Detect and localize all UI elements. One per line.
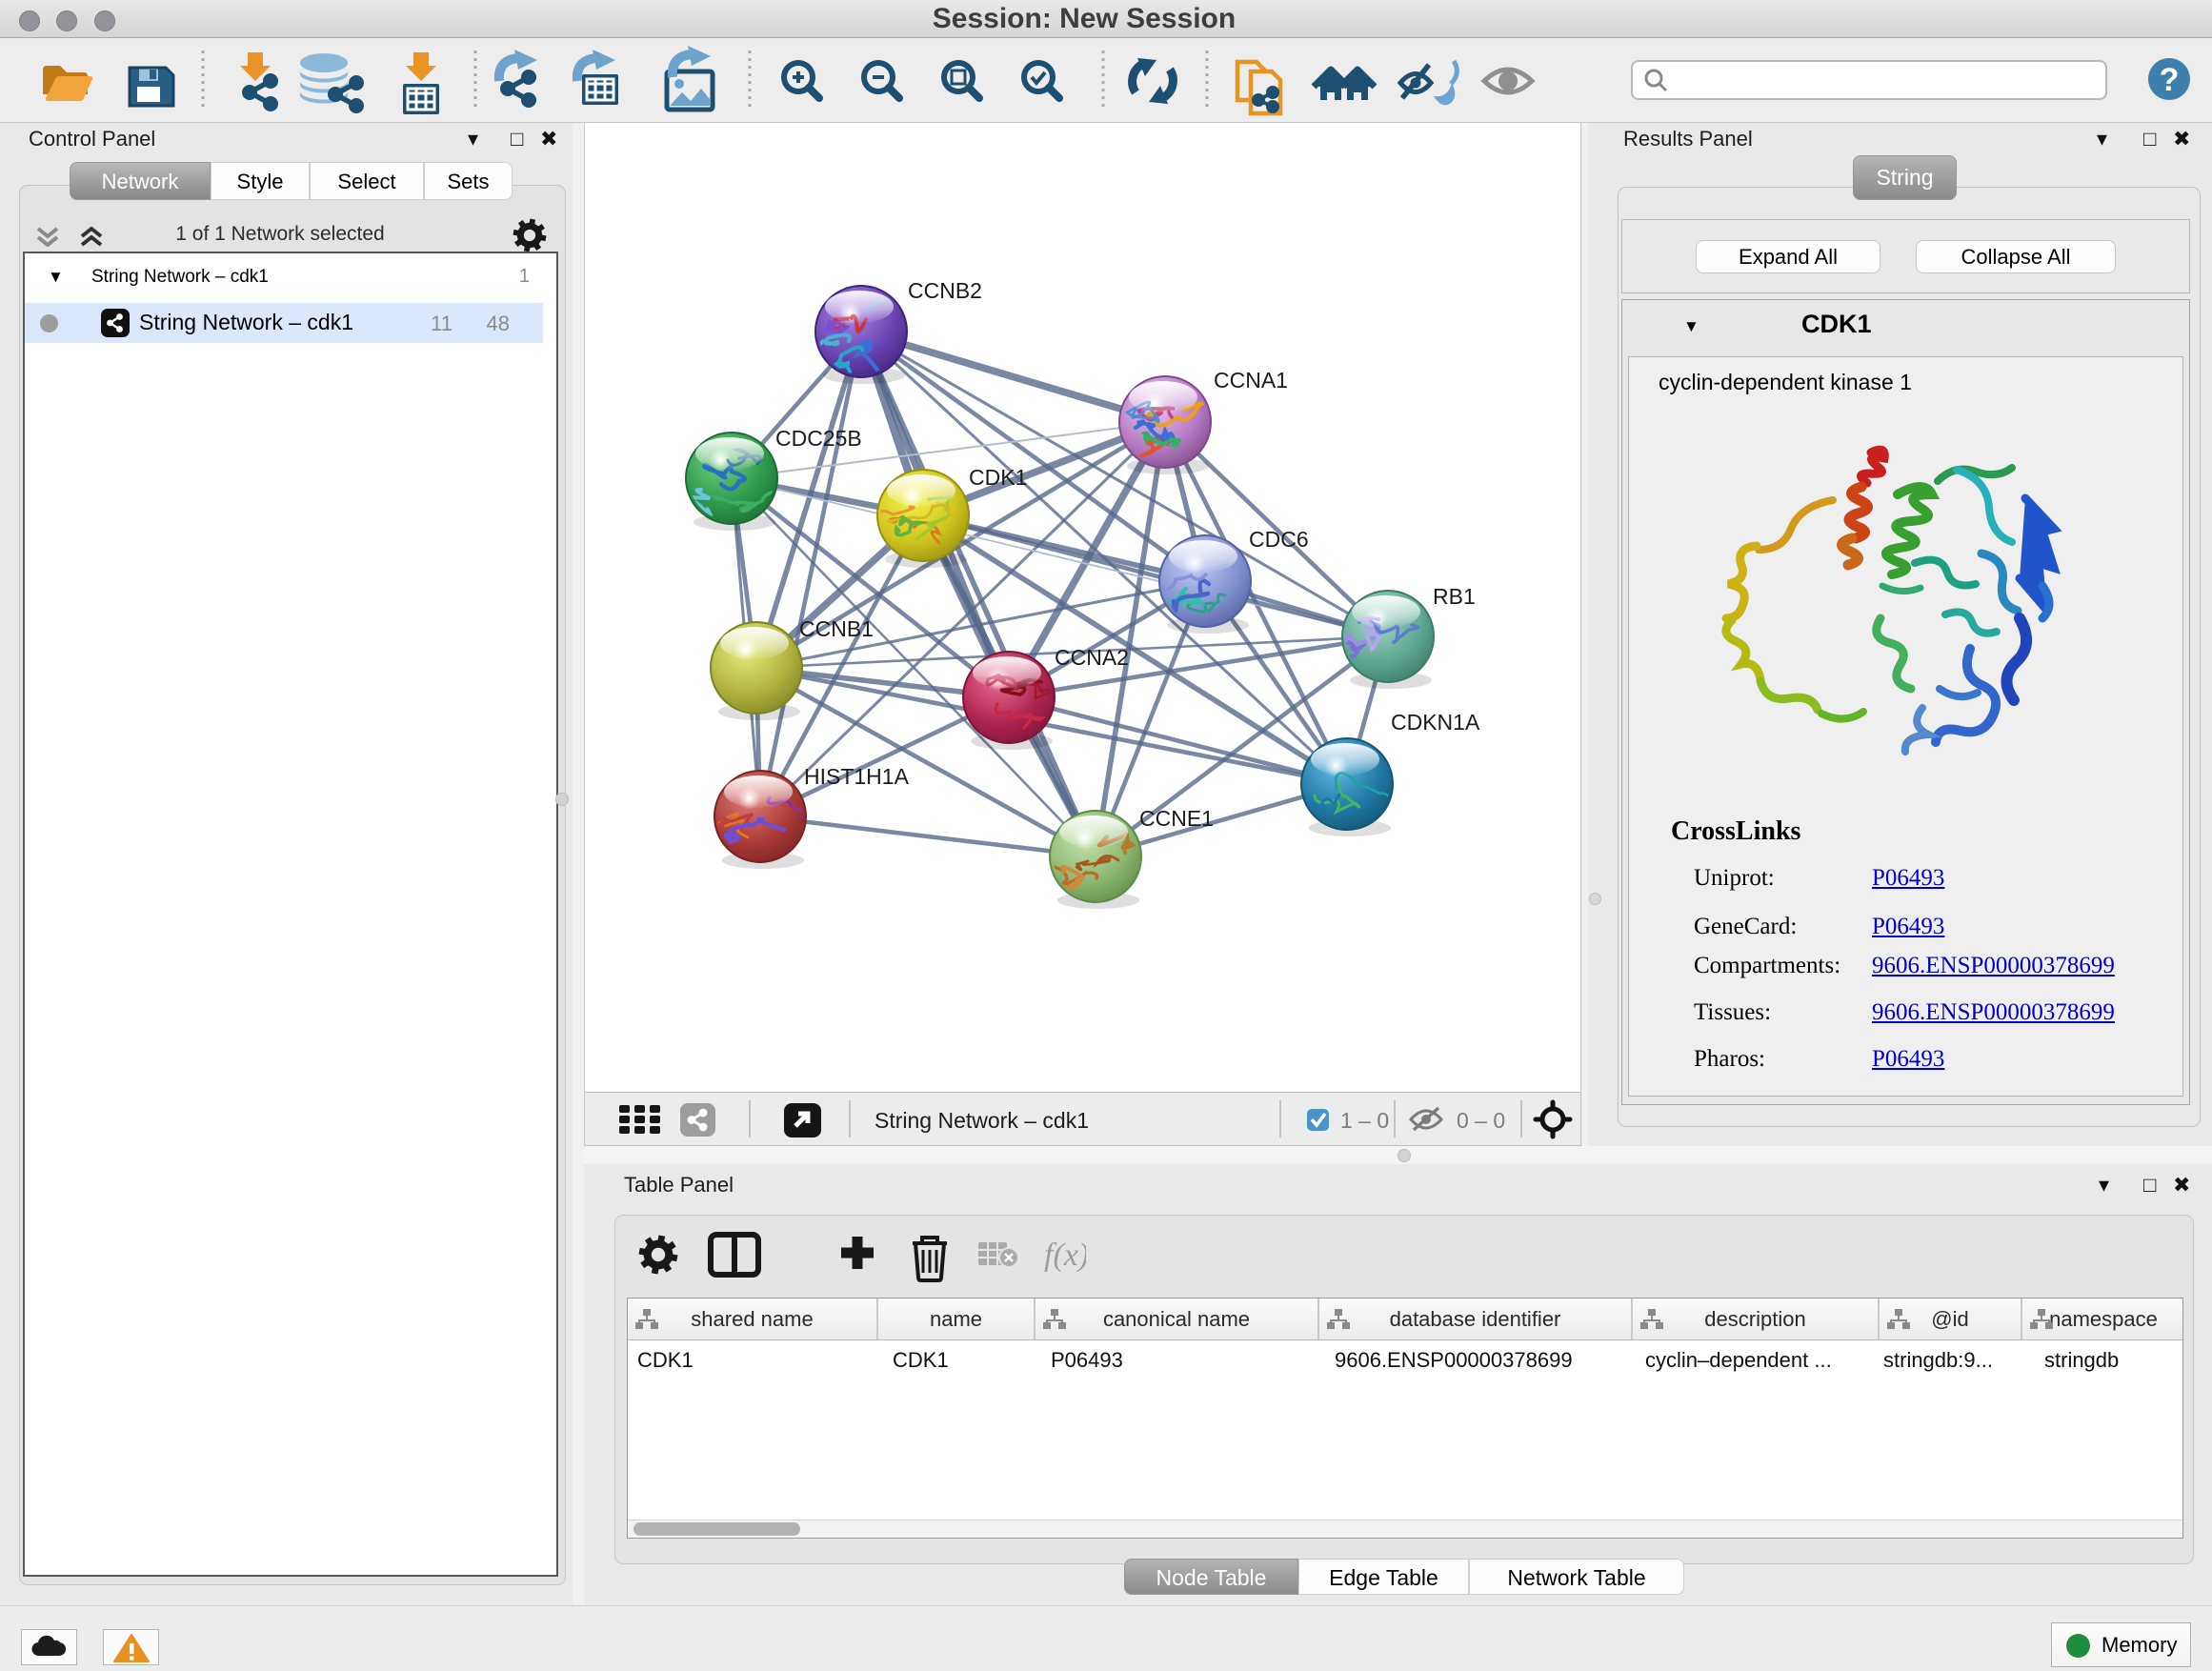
svg-text:0 – 0: 0 – 0 — [1457, 1108, 1505, 1133]
svg-text:CDKN1A: CDKN1A — [1391, 710, 1480, 735]
svg-text:CCNB1: CCNB1 — [799, 616, 874, 641]
svg-text:CDK1: CDK1 — [969, 465, 1027, 490]
svg-text:?: ? — [2160, 62, 2180, 98]
svg-text:CDC25B: CDC25B — [775, 426, 862, 451]
svg-text:String Network – cdk1: String Network – cdk1 — [875, 1108, 1089, 1133]
svg-text:RB1: RB1 — [1433, 584, 1476, 609]
svg-text:1 – 0: 1 – 0 — [1340, 1108, 1389, 1133]
svg-text:CCNA2: CCNA2 — [1055, 645, 1129, 670]
svg-text:CDC6: CDC6 — [1249, 527, 1309, 552]
svg-text:CCNE1: CCNE1 — [1139, 806, 1214, 831]
svg-text:f(x): f(x) — [1044, 1238, 1086, 1273]
svg-text:CCNB2: CCNB2 — [908, 278, 982, 303]
svg-text:CCNA1: CCNA1 — [1214, 368, 1288, 393]
svg-text:HIST1H1A: HIST1H1A — [804, 764, 910, 789]
